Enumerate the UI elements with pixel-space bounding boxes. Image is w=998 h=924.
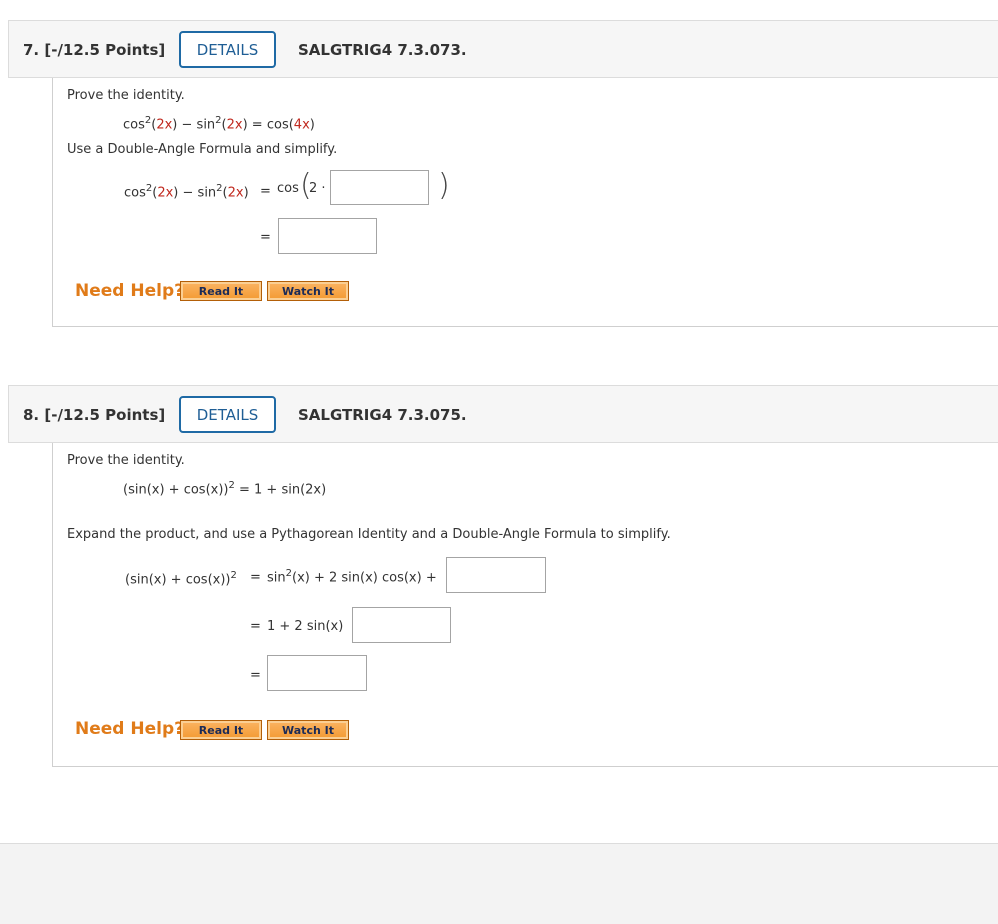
identity-lhs: (sin(x) + cos(x))	[123, 482, 229, 498]
question-7-step1-two-dot: 2 ·	[309, 181, 326, 196]
question-7-identity: cos2(2x) − sin2(2x) = cos(4x)	[123, 115, 315, 132]
question-8-code: SALGTRIG4 7.3.075.	[298, 406, 467, 424]
question-7-step1-lhs: cos2(2x) − sin2(2x)	[124, 183, 249, 200]
question-7-details-button[interactable]: DETAILS	[179, 31, 276, 68]
identity-paren: )	[309, 117, 315, 133]
question-7-step1-equals: =	[260, 184, 271, 199]
question-8-details-button[interactable]: DETAILS	[179, 396, 276, 433]
identity-cos: cos(	[266, 117, 294, 133]
question-8-answer-2[interactable]	[352, 607, 451, 643]
question-8-answer-1[interactable]	[446, 557, 546, 593]
question-7-watch-it-button[interactable]: Watch It	[267, 281, 349, 301]
step-arg: 2x	[227, 185, 244, 201]
page-footer	[0, 843, 998, 924]
identity-rhs: = 1 + sin(2x)	[234, 482, 327, 498]
question-8-read-it-button[interactable]: Read It	[180, 720, 262, 740]
step-cos: cos	[124, 185, 146, 201]
question-7-prove-label: Prove the identity.	[67, 88, 185, 103]
question-7-read-it-button[interactable]: Read It	[180, 281, 262, 301]
step-arg: 2x	[157, 185, 174, 201]
question-8-step1-equals: =	[250, 570, 261, 585]
question-8-header: 8. [-/12.5 Points] DETAILS SALGTRIG4 7.3…	[8, 385, 998, 443]
identity-cos: cos	[123, 117, 145, 133]
question-7-answer-2[interactable]	[278, 218, 377, 254]
question-8-identity: (sin(x) + cos(x))2 = 1 + sin(2x)	[123, 480, 326, 497]
question-7-step1-close-paren: )	[438, 168, 450, 203]
identity-arg: 2x	[156, 117, 173, 133]
question-7-header: 7. [-/12.5 Points] DETAILS SALGTRIG4 7.3…	[8, 20, 998, 78]
question-7-instruction: Use a Double-Angle Formula and simplify.	[67, 142, 338, 157]
identity-sin: sin	[196, 117, 216, 133]
step-paren: )	[243, 185, 249, 201]
step-lhs: (sin(x) + cos(x))	[125, 572, 231, 588]
question-7-answer-1[interactable]	[330, 170, 429, 205]
identity-minus: −	[177, 117, 197, 133]
question-8-step1-lhs: (sin(x) + cos(x))2	[125, 570, 237, 587]
question-8-watch-it-button[interactable]: Watch It	[267, 720, 349, 740]
question-7-code: SALGTRIG4 7.3.073.	[298, 41, 467, 59]
question-8-instruction: Expand the product, and use a Pythagorea…	[67, 527, 671, 542]
question-8-need-help: Need Help?	[75, 719, 184, 739]
question-8-step2-equals: =	[250, 619, 261, 634]
question-8-step1-rhs: sin2(x) + 2 sin(x) cos(x) +	[267, 568, 437, 585]
step-exp: 2	[230, 570, 237, 581]
identity-equals: =	[247, 117, 267, 133]
step-sin: sin	[267, 570, 286, 586]
question-8-body: Prove the identity. (sin(x) + cos(x))2 =…	[52, 443, 998, 767]
question-7-number: 7. [-/12.5 Points]	[23, 41, 166, 59]
step-rhs-rest: (x) + 2 sin(x) cos(x) +	[292, 570, 437, 586]
question-8-answer-3[interactable]	[267, 655, 367, 691]
question-8-step2-expr: 1 + 2 sin(x)	[267, 619, 344, 634]
identity-arg: 2x	[226, 117, 243, 133]
question-7-step2-equals: =	[260, 230, 271, 245]
question-8-step3-equals: =	[250, 668, 261, 683]
question-7-body: Prove the identity. cos2(2x) − sin2(2x) …	[52, 78, 998, 327]
step-sin: sin	[197, 185, 217, 201]
identity-arg: 4x	[293, 117, 310, 133]
question-8-number: 8. [-/12.5 Points]	[23, 406, 166, 424]
question-7-need-help: Need Help?	[75, 281, 184, 301]
question-8-prove-label: Prove the identity.	[67, 453, 185, 468]
step-minus: −	[178, 185, 198, 201]
question-7-step1-cos: cos	[277, 181, 299, 196]
